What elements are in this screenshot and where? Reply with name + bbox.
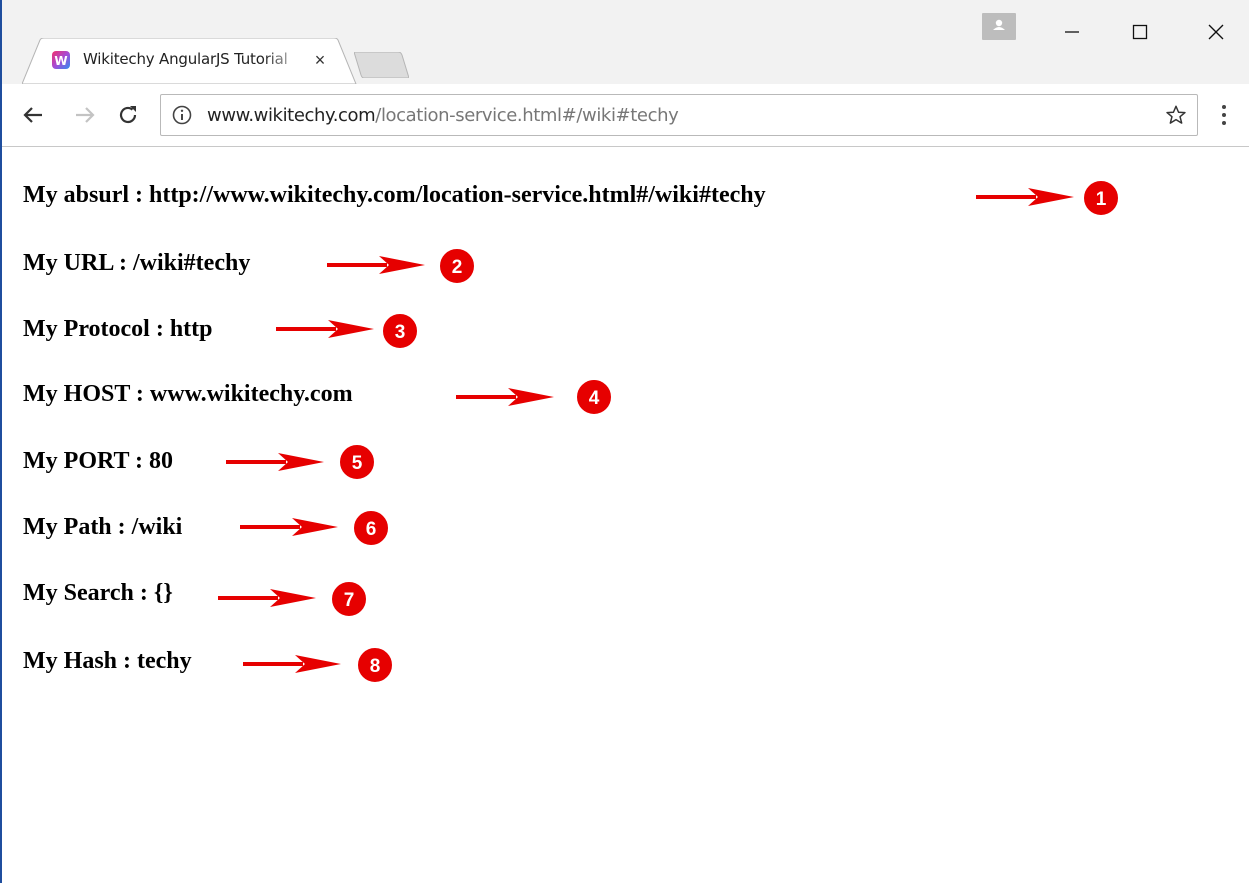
red-arrow-icon bbox=[276, 319, 376, 344]
number-badge-icon: 5 bbox=[338, 443, 376, 481]
badge-number: 2 bbox=[452, 257, 463, 278]
number-badge-icon: 7 bbox=[330, 580, 368, 618]
back-arrow-icon[interactable] bbox=[18, 100, 48, 130]
minimize-icon[interactable] bbox=[1049, 12, 1095, 52]
badge-number: 1 bbox=[1096, 189, 1107, 210]
reload-icon[interactable] bbox=[113, 100, 143, 130]
badge-number: 4 bbox=[589, 388, 600, 409]
maximize-icon[interactable] bbox=[1117, 12, 1163, 52]
number-badge-icon: 6 bbox=[352, 509, 390, 547]
page-content: My absurl : http://www.wikitechy.com/loc… bbox=[2, 147, 1249, 883]
red-arrow-icon bbox=[976, 187, 1076, 212]
forward-arrow-icon[interactable] bbox=[70, 100, 100, 130]
path-line: My Path : /wiki bbox=[23, 514, 183, 540]
red-arrow-icon bbox=[240, 517, 340, 542]
badge-number: 5 bbox=[352, 453, 363, 474]
badge-number: 6 bbox=[366, 519, 377, 540]
red-arrow-icon bbox=[218, 588, 318, 613]
browser-tab[interactable]: W Wikitechy AngularJS Tutorial × bbox=[22, 38, 358, 84]
search-line: My Search : {} bbox=[23, 580, 173, 606]
number-badge-icon: 3 bbox=[381, 312, 419, 350]
red-arrow-icon bbox=[243, 654, 343, 679]
browser-toolbar: www.wikitechy.com/location-service.html#… bbox=[2, 84, 1249, 147]
red-arrow-icon bbox=[226, 452, 326, 477]
menu-dots-icon[interactable] bbox=[1212, 100, 1236, 130]
url-line: My URL : /wiki#techy bbox=[23, 250, 251, 276]
hash-line: My Hash : techy bbox=[23, 648, 192, 674]
favicon-icon: W bbox=[52, 51, 70, 69]
address-bar[interactable]: www.wikitechy.com/location-service.html#… bbox=[160, 94, 1198, 136]
star-icon[interactable] bbox=[1163, 102, 1189, 128]
profile-icon[interactable] bbox=[982, 13, 1016, 40]
svg-text:W: W bbox=[54, 54, 67, 68]
number-badge-icon: 2 bbox=[438, 247, 476, 285]
badge-number: 3 bbox=[395, 322, 406, 343]
tab-strip: W Wikitechy AngularJS Tutorial × bbox=[2, 0, 1249, 84]
number-badge-icon: 4 bbox=[575, 378, 613, 416]
url-host: www.wikitechy.com bbox=[207, 105, 376, 126]
new-tab-button[interactable] bbox=[353, 51, 410, 79]
protocol-line: My Protocol : http bbox=[23, 316, 213, 342]
number-badge-icon: 1 bbox=[1082, 179, 1120, 217]
number-badge-icon: 8 bbox=[356, 646, 394, 684]
url-text[interactable]: www.wikitechy.com/location-service.html#… bbox=[207, 105, 679, 126]
port-line: My PORT : 80 bbox=[23, 448, 174, 474]
close-icon[interactable]: × bbox=[309, 49, 331, 71]
absurl-line: My absurl : http://www.wikitechy.com/loc… bbox=[23, 182, 766, 208]
host-line: My HOST : www.wikitechy.com bbox=[23, 381, 353, 407]
badge-number: 7 bbox=[344, 590, 355, 611]
window-close-icon[interactable] bbox=[1193, 12, 1239, 52]
url-path: /location-service.html#/wiki#techy bbox=[375, 105, 679, 126]
red-arrow-icon bbox=[327, 255, 427, 280]
badge-number: 8 bbox=[370, 656, 381, 677]
info-icon[interactable] bbox=[172, 105, 192, 125]
red-arrow-icon bbox=[456, 387, 556, 412]
